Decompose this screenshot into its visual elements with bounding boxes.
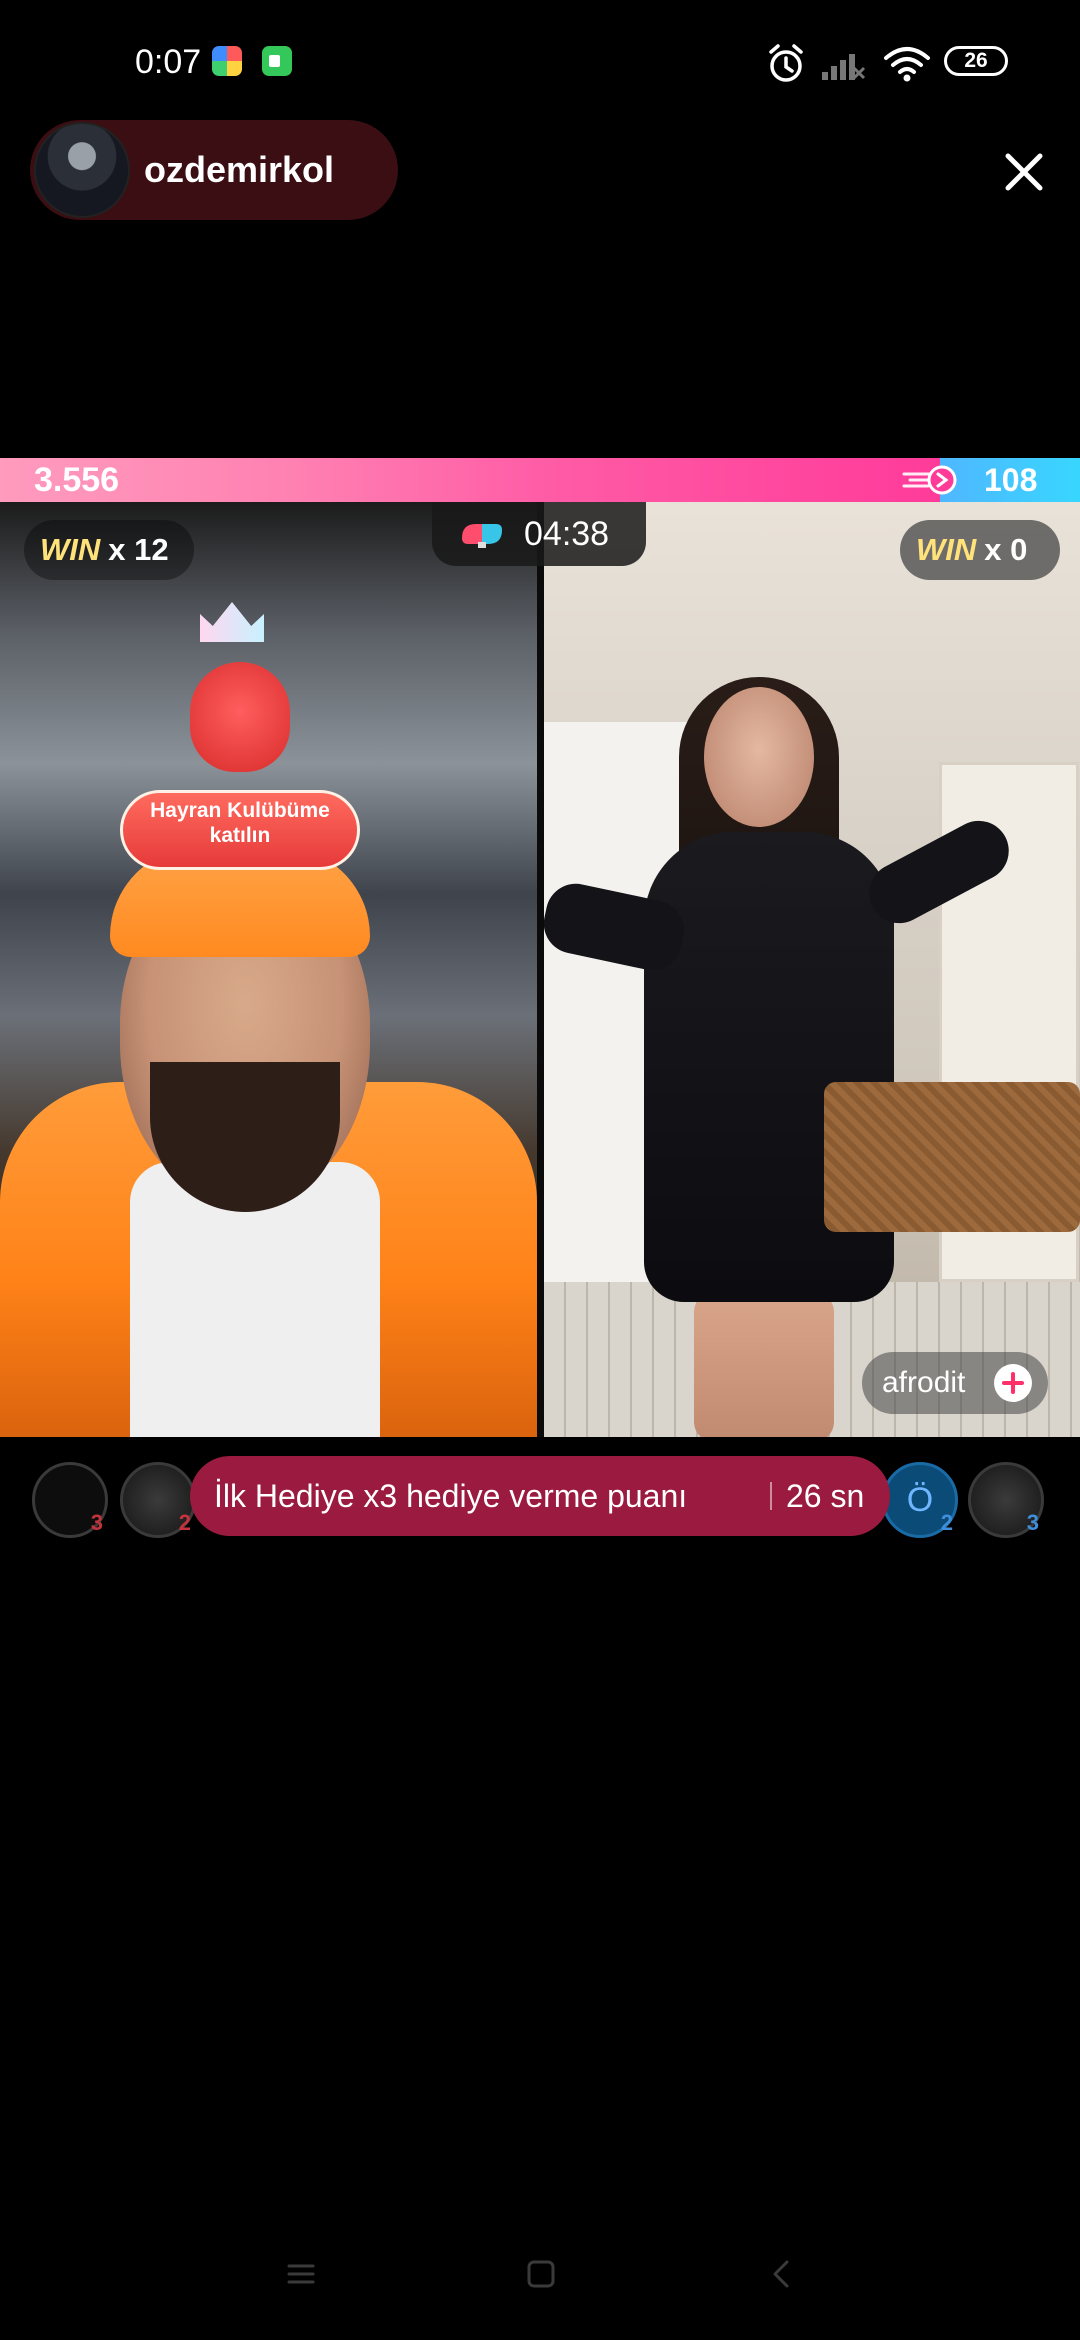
wifi-icon bbox=[884, 47, 930, 82]
opponent-video-legs bbox=[694, 1292, 834, 1437]
win-word: WIN bbox=[916, 532, 977, 567]
opponent-supporter-avatar[interactable]: 3 bbox=[968, 1462, 1044, 1538]
room-chair bbox=[824, 1082, 1080, 1232]
gift-banner-text: İlk Hediye x3 hediye verme puanı bbox=[214, 1478, 688, 1514]
fan-club-heart-icon[interactable] bbox=[190, 662, 290, 772]
battle-timer-text: 04:38 bbox=[524, 515, 610, 553]
score-divider-icon bbox=[902, 465, 957, 495]
plus-icon[interactable] bbox=[994, 1364, 1032, 1402]
gift-banner-separator bbox=[770, 1482, 772, 1510]
opponent-supporter-avatar[interactable]: Ö 2 bbox=[882, 1462, 958, 1538]
video-call-app-icon bbox=[262, 46, 292, 76]
alarm-icon bbox=[769, 44, 803, 82]
opponent-win-streak: WIN x 0 bbox=[900, 520, 1060, 580]
gift-banner-timer: 26 sn bbox=[786, 1478, 865, 1514]
right-score: 108 bbox=[984, 462, 1038, 498]
host-supporter-avatar[interactable]: 2 bbox=[120, 1462, 196, 1538]
status-time: 0:07 bbox=[135, 43, 202, 81]
opponent-video-panel[interactable] bbox=[544, 502, 1080, 1437]
host-supporter-avatar[interactable]: 3 bbox=[32, 1462, 108, 1538]
win-word: WIN bbox=[40, 532, 101, 567]
home-icon[interactable] bbox=[523, 2256, 559, 2292]
supporter-rank: 3 bbox=[90, 1510, 103, 1535]
gift-bonus-banner[interactable]: İlk Hediye x3 hediye verme puanı 26 sn bbox=[190, 1456, 890, 1536]
supporter-rank: 3 bbox=[1026, 1510, 1039, 1535]
supporter-rank: 2 bbox=[940, 1510, 953, 1535]
battle-score-bar: 3.556 108 bbox=[0, 458, 1080, 502]
win-multiplier: x 12 bbox=[108, 532, 169, 567]
left-score: 3.556 bbox=[34, 461, 120, 499]
back-icon[interactable] bbox=[764, 2256, 800, 2292]
win-multiplier: x 0 bbox=[984, 532, 1028, 567]
opponent-name[interactable]: afrodit bbox=[882, 1352, 965, 1414]
close-icon[interactable] bbox=[1000, 148, 1048, 196]
panel-divider bbox=[537, 502, 544, 1437]
opponent-tag[interactable]: afrodit bbox=[862, 1352, 1048, 1414]
photos-app-icon bbox=[212, 46, 242, 76]
crown-icon bbox=[200, 602, 264, 642]
boxing-gloves-icon bbox=[462, 524, 502, 548]
host-win-streak: WIN x 12 bbox=[24, 520, 194, 580]
opponent-video-face bbox=[704, 687, 814, 827]
host-name[interactable]: ozdemirkol bbox=[144, 146, 334, 194]
menu-icon[interactable] bbox=[283, 2256, 319, 2292]
supporter-rank: 2 bbox=[178, 1510, 191, 1535]
left-score-fill bbox=[0, 458, 940, 502]
battery-icon: 26 bbox=[944, 46, 1008, 76]
host-avatar[interactable] bbox=[34, 122, 130, 218]
battle-timer: 04:38 bbox=[432, 502, 646, 566]
host-video-panel[interactable]: Hayran Kulübüme katılın bbox=[0, 502, 537, 1437]
status-bar: 0:07 26 bbox=[0, 0, 1080, 120]
signal-icon bbox=[822, 54, 866, 80]
host-profile-pill[interactable]: ozdemirkol bbox=[30, 120, 398, 220]
fan-club-label[interactable]: Hayran Kulübüme katılın bbox=[120, 798, 360, 848]
